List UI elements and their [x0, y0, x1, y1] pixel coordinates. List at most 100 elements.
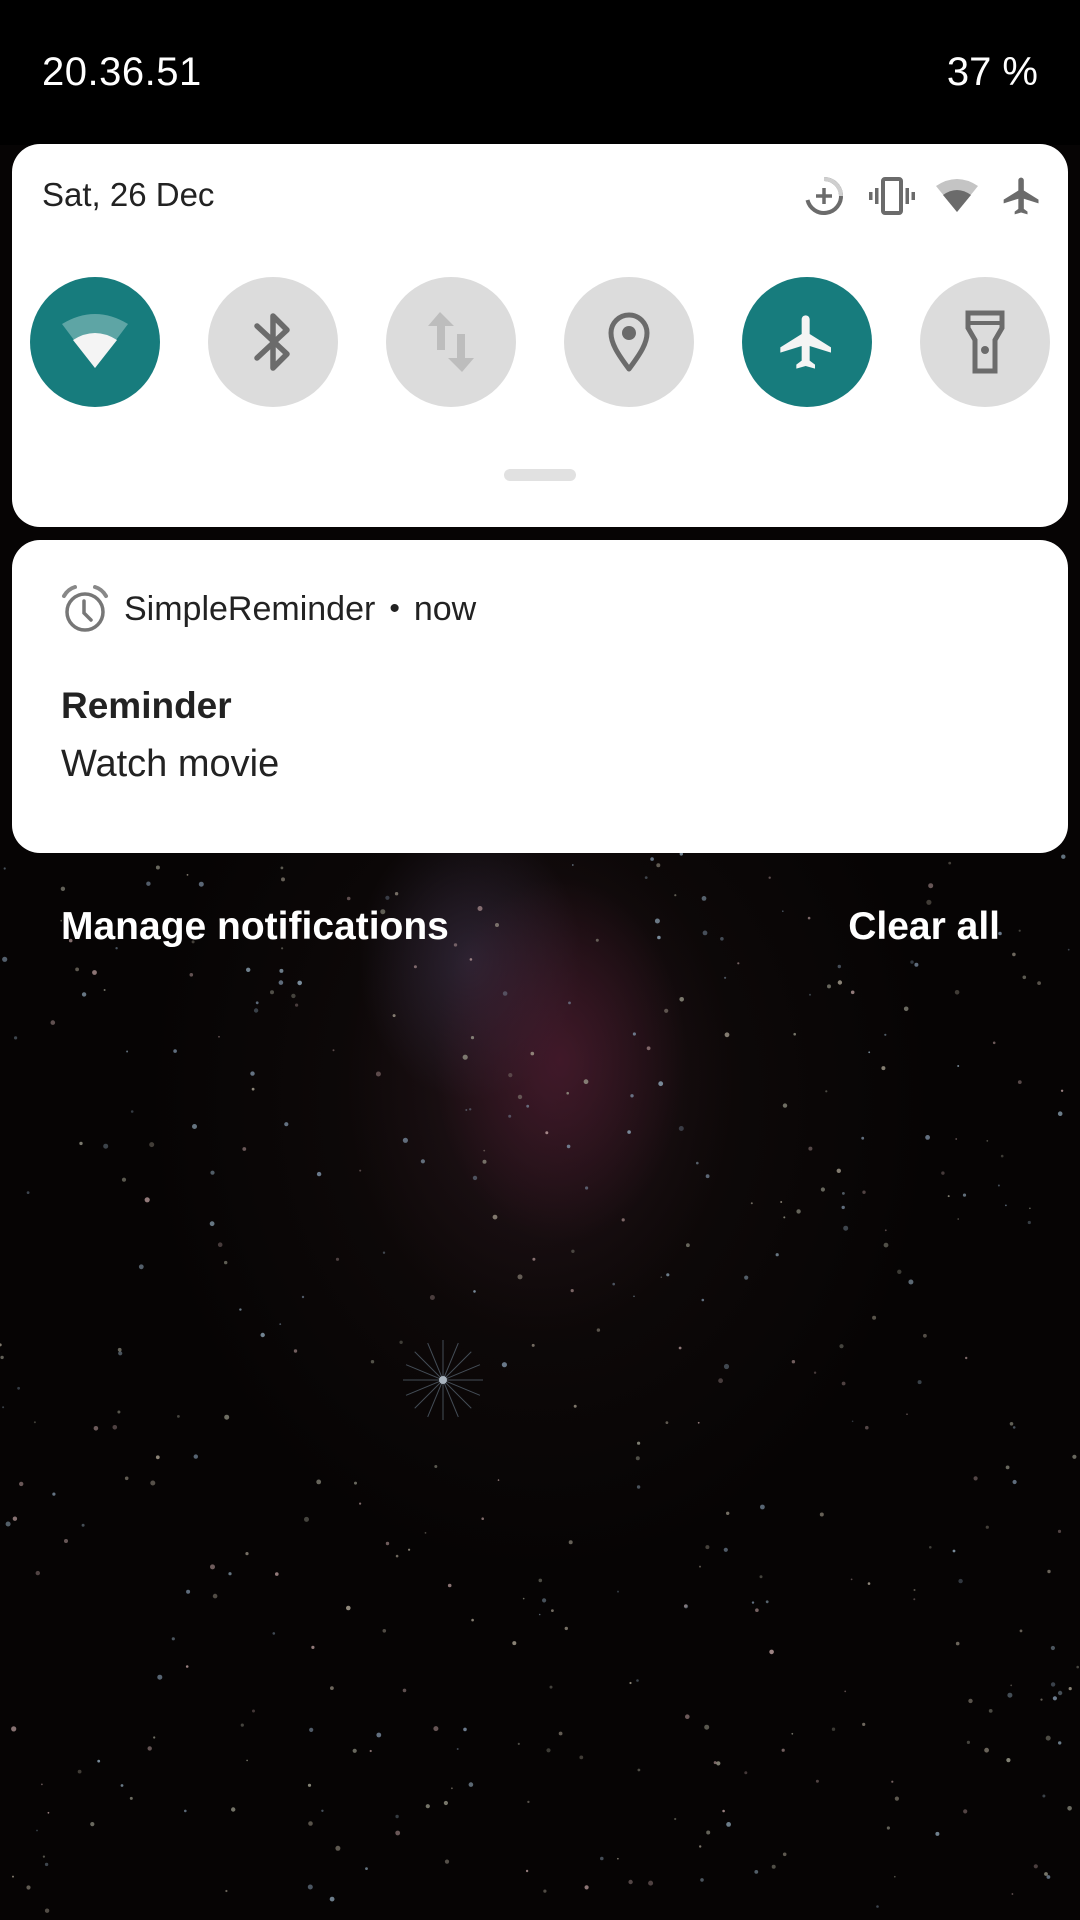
star: [0, 1343, 2, 1347]
star: [782, 1852, 787, 1857]
star: [724, 1032, 730, 1038]
star: [780, 1201, 783, 1203]
star: [755, 1608, 759, 1612]
star: [332, 1049, 335, 1052]
star: [654, 918, 660, 924]
star: [359, 1502, 362, 1505]
star: [820, 1187, 826, 1192]
star: [471, 1618, 474, 1622]
star: [147, 1746, 152, 1751]
star: [497, 1479, 500, 1481]
star: [121, 1177, 127, 1182]
tile-airplane-mode[interactable]: [742, 277, 872, 407]
star: [596, 1328, 601, 1332]
star: [429, 1295, 435, 1300]
star: [1019, 1629, 1023, 1633]
star: [844, 1690, 847, 1693]
star: [630, 1094, 634, 1098]
star: [886, 1826, 891, 1830]
star: [571, 864, 574, 866]
star: [637, 1441, 641, 1445]
expand-handle[interactable]: [504, 469, 576, 481]
star: [1006, 1758, 1011, 1763]
star: [171, 1637, 175, 1641]
star: [395, 1554, 399, 1558]
star: [1067, 948, 1070, 951]
star: [12, 1516, 18, 1521]
star: [696, 1161, 699, 1165]
star: [744, 1771, 748, 1775]
star: [335, 1257, 340, 1261]
star: [684, 1604, 688, 1608]
star: [862, 1722, 866, 1726]
tile-mobile-data[interactable]: [386, 277, 516, 407]
star: [925, 1135, 930, 1140]
star: [793, 1032, 796, 1036]
star: [309, 1727, 314, 1732]
star: [130, 1110, 134, 1113]
star: [1076, 1665, 1079, 1669]
star: [636, 1485, 641, 1489]
manage-notifications-button[interactable]: Manage notifications: [61, 905, 449, 949]
star: [724, 976, 727, 979]
star: [44, 1908, 50, 1913]
star: [705, 1545, 710, 1550]
star: [81, 992, 87, 997]
star: [12, 1875, 14, 1878]
star: [5, 1521, 11, 1527]
star: [723, 1363, 730, 1370]
star: [881, 1066, 886, 1071]
star: [522, 1597, 525, 1600]
star: [883, 1242, 889, 1248]
notification-text: Watch movie: [61, 743, 280, 785]
tile-location[interactable]: [564, 277, 694, 407]
star: [657, 935, 661, 940]
star: [420, 1159, 425, 1164]
star: [968, 1698, 973, 1704]
star: [272, 1632, 276, 1635]
star: [570, 1289, 574, 1293]
star: [129, 1796, 133, 1800]
star: [665, 1421, 669, 1424]
star: [706, 1830, 711, 1835]
star: [564, 1626, 568, 1631]
star: [103, 989, 106, 991]
star: [60, 886, 66, 891]
star: [966, 1740, 971, 1744]
tile-wifi[interactable]: [30, 277, 160, 407]
star: [720, 937, 724, 941]
star: [850, 1578, 853, 1581]
star: [876, 1905, 879, 1908]
star: [1018, 929, 1021, 932]
star: [198, 881, 204, 887]
star: [1017, 1080, 1022, 1084]
star: [385, 895, 390, 900]
star: [291, 993, 296, 999]
star: [751, 1601, 755, 1604]
star: [149, 1142, 155, 1148]
star: [1009, 1422, 1014, 1426]
star: [210, 1170, 215, 1175]
notification-card[interactable]: SimpleReminder • now Reminder Watch movi…: [12, 540, 1068, 853]
star: [47, 1811, 50, 1814]
star: [395, 1814, 399, 1819]
star: [865, 1425, 869, 1430]
star: [434, 1465, 438, 1468]
star: [566, 1091, 569, 1095]
star: [718, 1378, 723, 1384]
star: [463, 1727, 467, 1732]
qs-date[interactable]: Sat, 26 Dec: [42, 176, 214, 214]
star: [1037, 981, 1041, 985]
star: [1050, 1682, 1056, 1687]
star: [117, 1410, 121, 1414]
tile-bluetooth[interactable]: [208, 277, 338, 407]
star: [585, 1186, 589, 1190]
star: [245, 1552, 249, 1556]
mobile-data-icon: [428, 312, 474, 372]
star: [986, 1140, 989, 1142]
star: [316, 1171, 322, 1177]
clear-all-button[interactable]: Clear all: [848, 905, 1000, 949]
star: [861, 1136, 865, 1140]
star: [705, 1174, 710, 1179]
tile-flashlight[interactable]: [920, 277, 1050, 407]
